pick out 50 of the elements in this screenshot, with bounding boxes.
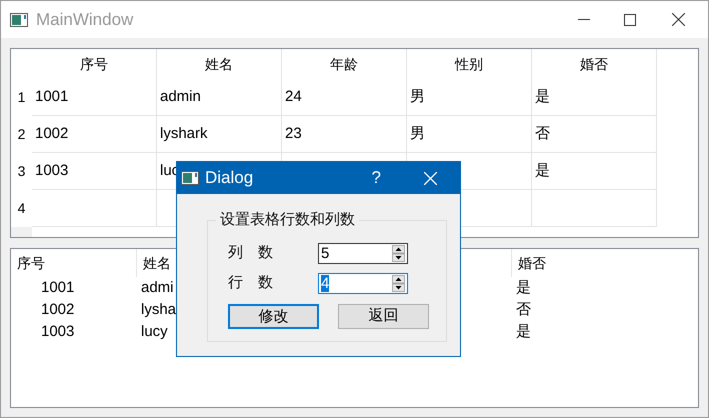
- row-header[interactable]: 4: [18, 198, 26, 219]
- spin-arrows-icon[interactable]: [392, 275, 405, 292]
- close-icon[interactable]: [672, 13, 685, 26]
- column-header[interactable]: 年龄: [330, 54, 358, 74]
- tree-cell-text: 1001: [41, 278, 74, 298]
- dialog-title: Dialog: [205, 167, 254, 190]
- tree-cell-text: 1002: [41, 300, 74, 320]
- table-cell: 是: [532, 153, 657, 190]
- table-cell: 1001: [32, 79, 157, 116]
- tree-cell-text: admi: [141, 278, 174, 298]
- table-cell: 是: [532, 79, 657, 116]
- table-cell: 1003: [32, 153, 157, 190]
- tree-cell-text: lucy: [141, 322, 168, 342]
- table-cell: 否: [532, 116, 657, 153]
- row-header[interactable]: 2: [18, 124, 26, 145]
- table-cell: 男: [407, 79, 532, 116]
- table-cell: 23: [282, 116, 407, 153]
- row-header[interactable]: 1: [18, 87, 26, 108]
- tree-cell-text: 是: [516, 322, 531, 342]
- tree-cell-text: 1003: [41, 322, 74, 342]
- table-cell: admin: [157, 79, 282, 116]
- row-header[interactable]: 3: [18, 161, 26, 182]
- column-header[interactable]: 姓名: [205, 54, 233, 74]
- field-label: 行 数: [228, 273, 274, 294]
- spin-box[interactable]: 4: [318, 273, 408, 294]
- column-header[interactable]: 序号: [80, 54, 108, 74]
- field-label: 列 数: [228, 243, 274, 264]
- maximize-icon[interactable]: [624, 14, 636, 26]
- spin-arrows-icon[interactable]: [392, 245, 405, 262]
- dialog-button[interactable]: 返回: [338, 304, 429, 329]
- tree-cell-text: lysha: [141, 300, 176, 320]
- table-cell: 男: [407, 116, 532, 153]
- column-header[interactable]: 婚否: [518, 252, 546, 274]
- window-title: MainWindow: [36, 8, 134, 31]
- column-header[interactable]: 性别: [455, 54, 483, 74]
- minimize-icon[interactable]: [578, 18, 590, 20]
- column-header[interactable]: 姓名: [143, 252, 171, 274]
- tree-cell-text: 是: [516, 278, 531, 298]
- spin-box[interactable]: 5: [318, 243, 408, 264]
- tree-cell-text: 否: [516, 300, 531, 320]
- help-button[interactable]: ?: [372, 165, 381, 191]
- window-icon: [10, 12, 28, 26]
- table-cell: lyshark: [157, 116, 282, 153]
- column-header[interactable]: 序号: [17, 252, 45, 274]
- column-header[interactable]: 婚否: [580, 54, 608, 74]
- corner-block: [11, 227, 32, 237]
- table-cell: 1002: [32, 116, 157, 153]
- window-icon: [181, 171, 199, 185]
- dialog-button[interactable]: 修改: [228, 304, 319, 329]
- table-cell: 24: [282, 79, 407, 116]
